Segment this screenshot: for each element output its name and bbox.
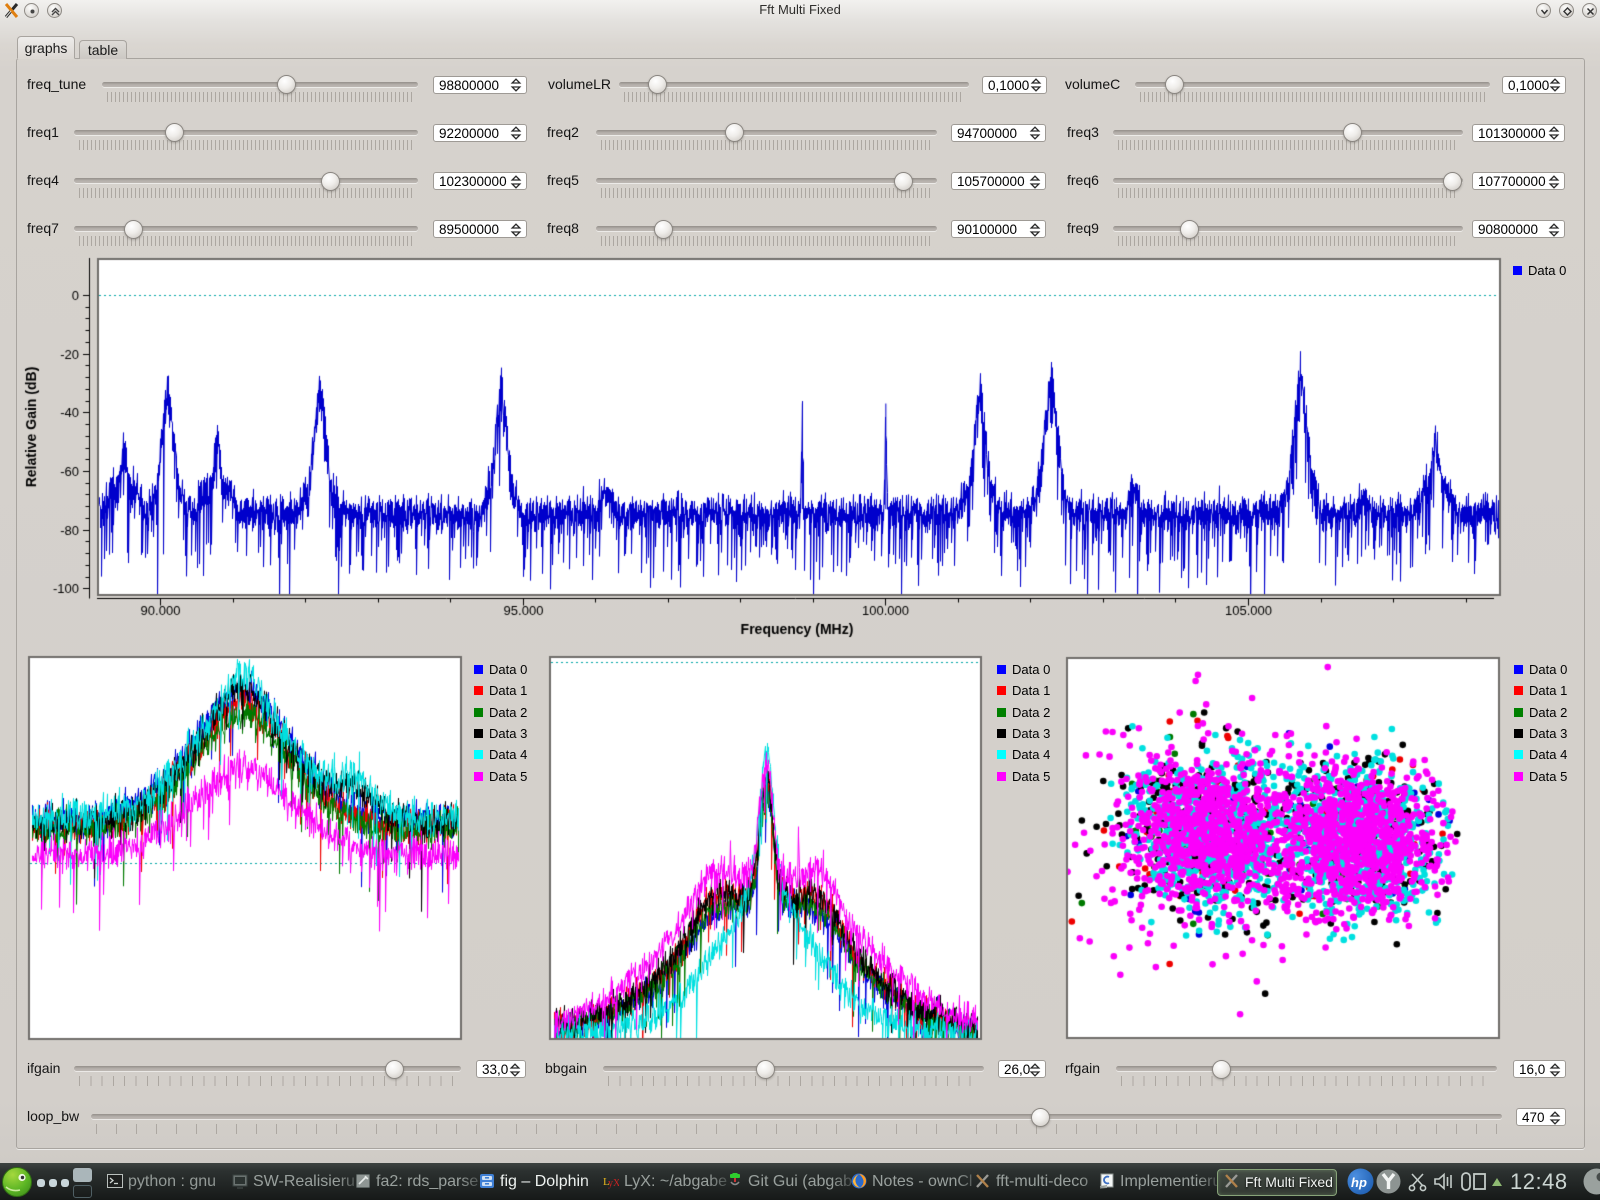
svg-text:hp: hp — [1351, 1175, 1367, 1190]
svg-text:yX: yX — [608, 1178, 619, 1189]
